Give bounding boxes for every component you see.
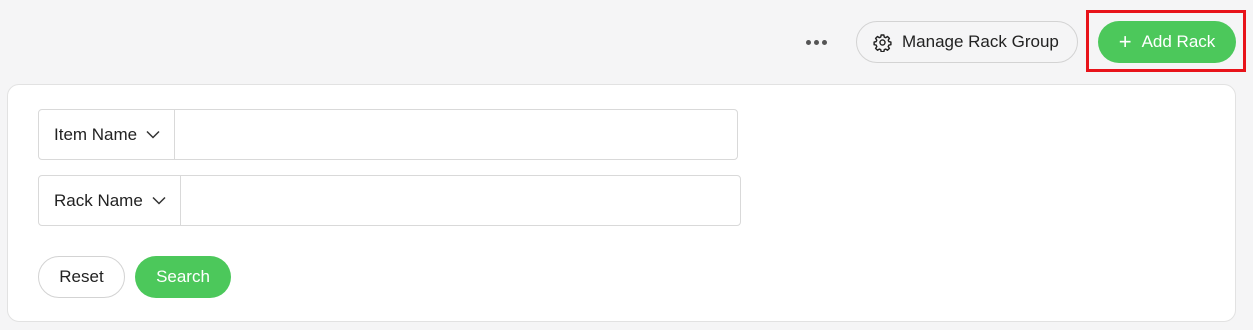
chevron-down-icon [146,130,160,139]
rack-name-select-label: Rack Name [54,190,143,210]
add-rack-label: Add Rack [1141,32,1216,51]
rack-name-select[interactable]: Rack Name [39,176,181,225]
reset-button[interactable]: Reset [38,256,125,298]
ellipsis-icon [821,39,827,45]
search-button[interactable]: Search [135,256,231,298]
add-rack-button[interactable]: + Add Rack [1098,21,1236,63]
chevron-down-icon [152,196,166,205]
top-toolbar: Manage Rack Group + Add Rack [0,0,1253,84]
manage-rack-group-button[interactable]: Manage Rack Group [856,21,1078,63]
item-name-filter: Item Name [38,109,738,160]
ellipsis-icon [813,39,819,45]
plus-icon: + [1118,29,1132,54]
item-name-input[interactable] [175,110,737,159]
rack-name-input[interactable] [180,176,740,225]
manage-rack-group-label: Manage Rack Group [902,32,1059,51]
more-options-button[interactable] [800,28,832,56]
gear-icon [873,33,892,52]
filter-panel: Item Name Rack Name Reset Search [7,84,1236,322]
rack-name-filter: Rack Name [38,175,741,226]
item-name-select-label: Item Name [54,124,138,144]
ellipsis-icon [805,39,811,45]
item-name-select[interactable]: Item Name [39,110,176,159]
